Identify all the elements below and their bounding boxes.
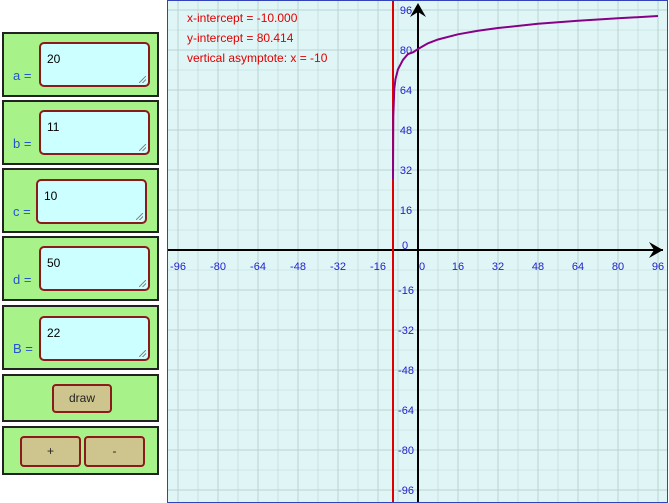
y-tick-label: 48 (400, 125, 412, 137)
draw-panel: draw (2, 374, 159, 422)
x-tick-label: -32 (330, 261, 346, 273)
graph-plot: -96 -80 -64 -48 -32 -16 0 16 32 48 64 80 96968064483… (168, 1, 667, 502)
resize-grip-icon[interactable] (139, 280, 146, 287)
y-tick-label: -32 (398, 325, 414, 337)
param-panel-b: b = 11 (2, 100, 159, 165)
y-tick-label: -80 (398, 445, 414, 457)
a-input[interactable]: 20 (39, 42, 150, 87)
zoom-out-button[interactable]: - (84, 436, 145, 467)
param-label-d: d = (13, 272, 32, 287)
x-tick-label: 48 (532, 261, 544, 273)
x-tick-label: 0 (419, 261, 425, 273)
param-label-c: c = (13, 204, 31, 219)
x-tick-label: 80 (612, 261, 624, 273)
draw-button[interactable]: draw (52, 384, 112, 413)
x-tick-label: 32 (492, 261, 504, 273)
y-tick-label: 96 (400, 5, 412, 17)
y-tick-label: -64 (398, 405, 414, 417)
a-input-value: 20 (47, 52, 61, 66)
x-tick-label: 64 (572, 261, 584, 273)
x-tick-label: -16 (370, 261, 386, 273)
B-input[interactable]: 22 (39, 316, 150, 361)
param-panel-d: d = 50 (2, 236, 159, 301)
resize-grip-icon[interactable] (136, 213, 143, 220)
b-input[interactable]: 11 (39, 110, 150, 155)
x-tick-label: -80 (210, 261, 226, 273)
y-tick-label: -48 (398, 365, 414, 377)
B-input-value: 22 (47, 326, 61, 340)
param-label-b: b = (13, 136, 32, 151)
param-label-B: B = (13, 341, 33, 356)
param-panel-B: B = 22 (2, 305, 159, 370)
d-input[interactable]: 50 (39, 246, 150, 291)
resize-grip-icon[interactable] (139, 350, 146, 357)
y-tick-label: 64 (400, 85, 412, 97)
c-input-value: 10 (44, 189, 58, 203)
zoom-in-button[interactable]: + (20, 436, 81, 467)
resize-grip-icon[interactable] (139, 144, 146, 151)
graph-canvas[interactable]: -96 -80 -64 -48 -32 -16 0 16 32 48 64 80 96 96 80 64 48 3… (167, 0, 668, 503)
y-tick-label: -16 (398, 285, 414, 297)
param-label-a: a = (13, 68, 32, 83)
x-tick-label: 16 (452, 261, 464, 273)
param-panel-a: a = 20 (2, 32, 159, 97)
x-tick-label: -96 (170, 261, 186, 273)
b-input-value: 11 (47, 120, 60, 134)
c-input[interactable]: 10 (36, 179, 147, 224)
y-intercept-readout: y-intercept = 80.414 (187, 31, 294, 45)
param-panel-c: c = 10 (2, 168, 159, 233)
asymptote-readout: vertical asymptote: x = -10 (187, 51, 328, 65)
x-tick-label: 96 (652, 261, 664, 273)
x-tick-label: -48 (290, 261, 306, 273)
d-input-value: 50 (47, 256, 61, 270)
y-tick-label: 16 (400, 205, 412, 217)
x-intercept-readout: x-intercept = -10.000 (187, 11, 298, 25)
zoom-panel: + - (2, 426, 159, 475)
x-tick-label: -64 (250, 261, 266, 273)
y-tick-label: -96 (398, 485, 414, 497)
resize-grip-icon[interactable] (139, 76, 146, 83)
y-tick-label: 0 (402, 240, 408, 252)
y-tick-label: 32 (400, 165, 412, 177)
